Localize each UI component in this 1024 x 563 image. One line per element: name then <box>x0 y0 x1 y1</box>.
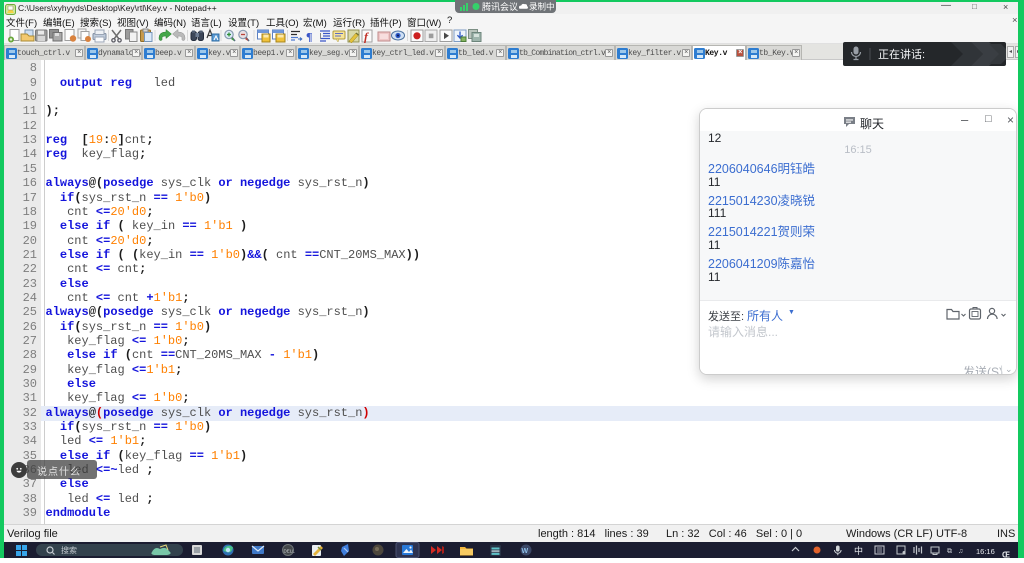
svg-text:腾讯会议: 腾讯会议 <box>482 1 518 12</box>
svg-text:W: W <box>522 548 529 555</box>
svg-text:¶: ¶ <box>306 30 312 44</box>
svg-text:♫: ♫ <box>958 548 963 555</box>
svg-text:搜索: 搜索 <box>61 545 77 555</box>
svg-text:16:16: 16:16 <box>976 547 995 556</box>
svg-text:Œ: Œ <box>1002 551 1010 559</box>
svg-text:DELL: DELL <box>284 549 296 554</box>
svg-text:⧉: ⧉ <box>947 548 952 555</box>
svg-text:正在讲话:: 正在讲话: <box>878 47 925 61</box>
svg-text:录制中: 录制中 <box>529 2 555 12</box>
svg-text:中: 中 <box>854 545 863 556</box>
